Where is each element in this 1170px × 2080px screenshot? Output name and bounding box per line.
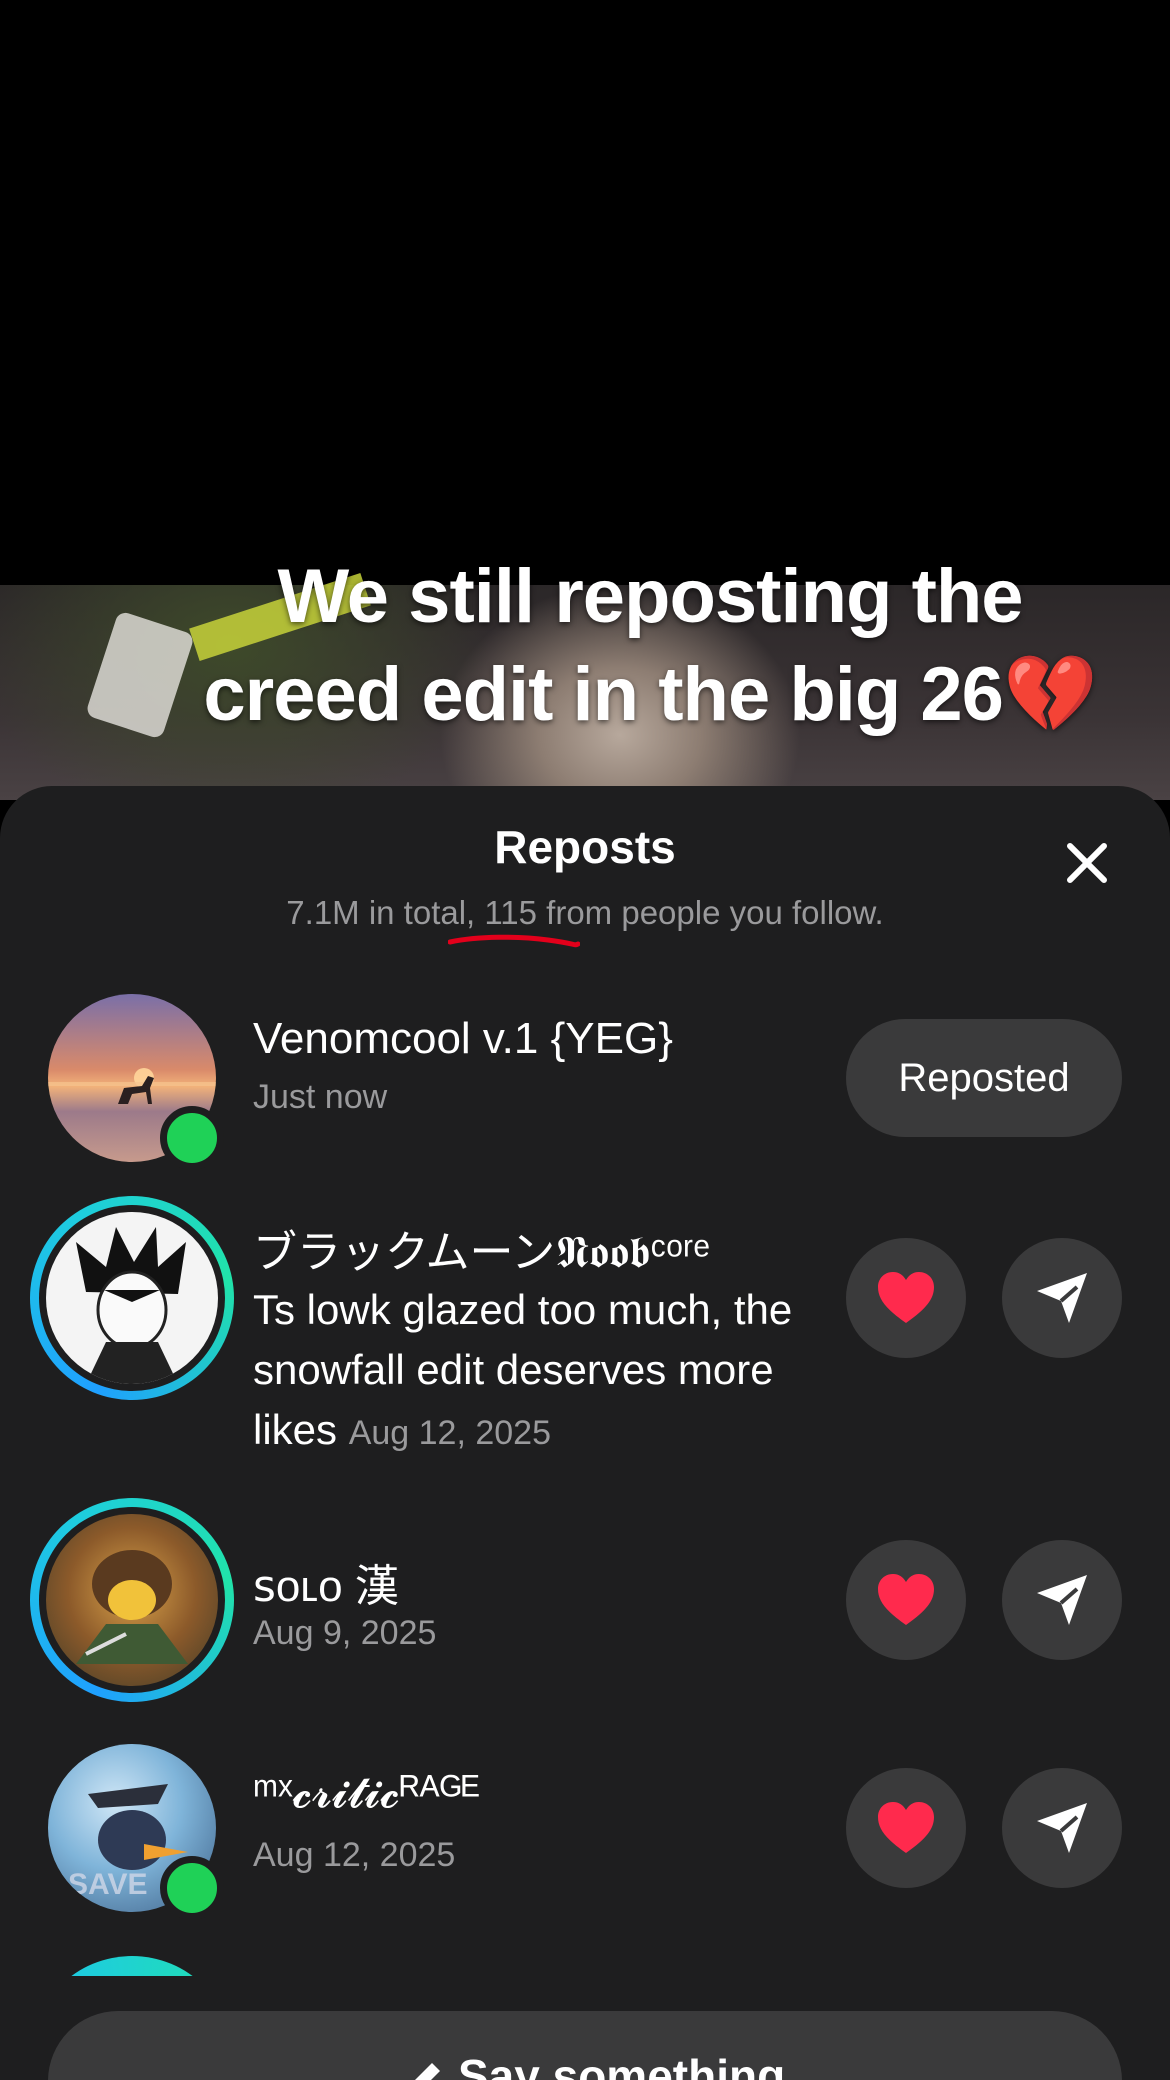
- like-button[interactable]: [846, 1238, 966, 1358]
- say-something-label: Say something...: [458, 2050, 824, 2080]
- avatar[interactable]: [30, 1498, 234, 1702]
- online-status-indicator: [160, 1856, 224, 1920]
- comment-date: Aug 12, 2025: [348, 1414, 551, 1452]
- comment-text: Ts lowk glazed too much, the snowfall ed…: [253, 1280, 813, 1463]
- caption-line-1: We still reposting the: [277, 554, 1023, 639]
- list-item[interactable]: ブラックムーン𝕹𝖔𝖔𝖇ᶜᵒʳᵉ Ts lowk glazed too much,…: [0, 1196, 1170, 1456]
- avatar-image: [46, 1514, 218, 1686]
- list-item[interactable]: SAVE ᵐˣ𝓬𝓻𝓲𝓽𝓲𝓬ᴿᴬᴳᴱ Aug 12, 2025: [0, 1726, 1170, 1930]
- online-status-indicator: [160, 1106, 224, 1170]
- close-icon: [1067, 843, 1107, 883]
- sheet-title: Reposts: [494, 821, 676, 873]
- video-caption: We still reposting the creed edit in the…: [150, 548, 1150, 744]
- heart-icon: [878, 1272, 934, 1323]
- caption-line-2: creed edit in the big 26💔: [203, 652, 1097, 737]
- send-button[interactable]: [1002, 1540, 1122, 1660]
- avatar[interactable]: [30, 976, 234, 1180]
- close-button[interactable]: [1060, 836, 1114, 890]
- list-item[interactable]: ꜱᴏʟᴏ 漢 Aug 9, 2025: [0, 1498, 1170, 1702]
- username[interactable]: ᵐˣ𝓬𝓻𝓲𝓽𝓲𝓬ᴿᴬᴳᴱ: [253, 1768, 479, 1818]
- video-player[interactable]: We still reposting the creed edit in the…: [0, 0, 1170, 800]
- reposted-button[interactable]: Reposted: [846, 1019, 1122, 1137]
- heart-icon: [878, 1574, 934, 1625]
- timestamp: Aug 12, 2025: [253, 1836, 456, 1874]
- anime-character-icon: [76, 1227, 186, 1384]
- timestamp: Aug 9, 2025: [253, 1614, 437, 1652]
- heart-icon: [878, 1802, 934, 1853]
- svg-text:SAVE: SAVE: [68, 1868, 147, 1901]
- send-button[interactable]: [1002, 1768, 1122, 1888]
- username[interactable]: ꜱᴏʟᴏ 漢: [253, 1550, 399, 1614]
- username[interactable]: Venomcool v.1 {YEG}: [253, 1014, 673, 1064]
- send-icon: [1037, 1803, 1087, 1853]
- cartoon-warrior-icon: [76, 1550, 188, 1664]
- sheet-subtitle: 7.1M in total, 115 from people you follo…: [286, 894, 884, 931]
- say-something-input[interactable]: Say something...: [48, 2011, 1122, 2080]
- avatar[interactable]: SAVE: [30, 1726, 234, 1930]
- send-icon: [1037, 1273, 1087, 1323]
- username[interactable]: ブラックムーン𝕹𝖔𝖔𝖇ᶜᵒʳᵉ: [253, 1216, 710, 1280]
- send-button[interactable]: [1002, 1238, 1122, 1358]
- like-button[interactable]: [846, 1540, 966, 1660]
- pencil-icon: [415, 2063, 440, 2080]
- like-button[interactable]: [846, 1768, 966, 1888]
- avatar-image: [46, 1212, 218, 1384]
- send-icon: [1037, 1575, 1087, 1625]
- list-item[interactable]: Venomcool v.1 {YEG} Just now Reposted: [0, 976, 1170, 1180]
- timestamp: Just now: [253, 1078, 388, 1116]
- red-underline-annotation: [448, 934, 580, 948]
- reposts-sheet: Reposts 7.1M in total, 115 from people y…: [0, 786, 1170, 2080]
- avatar[interactable]: [30, 1196, 234, 1400]
